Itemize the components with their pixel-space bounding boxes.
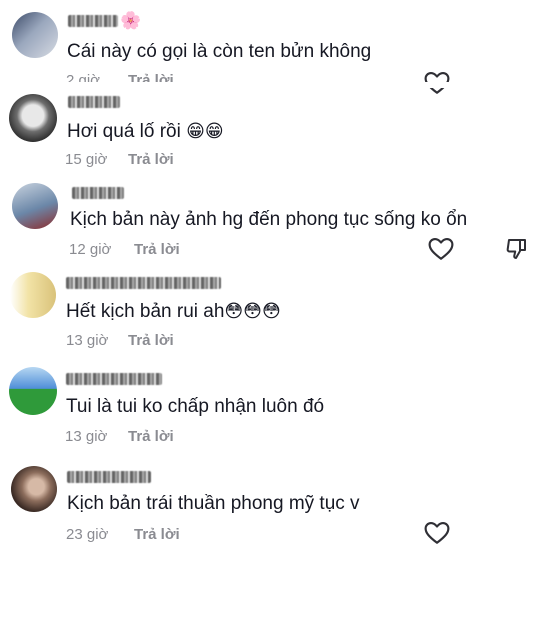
- avatar[interactable]: [12, 183, 58, 229]
- avatar[interactable]: [9, 94, 57, 142]
- comment-item: Tui là tui ko chấp nhận luôn đó 13 giờ T…: [0, 364, 549, 454]
- reply-button[interactable]: Trả lời: [128, 428, 174, 446]
- username-blurred[interactable]: [67, 471, 151, 483]
- avatar[interactable]: [11, 466, 57, 512]
- comment-time: 23 giờ: [66, 526, 109, 543]
- comment-text: Hơi quá lố rồi 😁😁: [67, 121, 224, 142]
- comment-item: 🌸 Cái này có gọi là còn ten bửn không 2 …: [0, 0, 549, 94]
- flower-emoji-icon: 🌸: [120, 11, 142, 31]
- heart-outline-icon[interactable]: [428, 237, 454, 261]
- comment-item: Kịch bản trái thuần phong mỹ tục v 23 gi…: [0, 460, 549, 560]
- avatar[interactable]: [10, 272, 56, 318]
- username-blurred[interactable]: [68, 15, 118, 27]
- thumbs-down-outline-icon[interactable]: [504, 237, 530, 261]
- comment-text: Hết kịch bản rui ah😳😳😳: [66, 301, 281, 322]
- reply-button[interactable]: Trả lời: [134, 526, 180, 544]
- reply-button[interactable]: Trả lời: [134, 241, 180, 259]
- username-blurred[interactable]: [66, 373, 162, 385]
- comment-time: 13 giờ: [66, 332, 109, 349]
- flushed-emoji-icon: 😳😳😳: [224, 301, 281, 322]
- reply-button[interactable]: Trả lời: [128, 151, 174, 169]
- username-blurred[interactable]: [68, 96, 120, 108]
- comment-text: Tui là tui ko chấp nhận luôn đó: [66, 396, 325, 417]
- comment-item: Kịch bản này ảnh hg đến phong tục sống k…: [0, 180, 549, 270]
- comment-text: Cái này có gọi là còn ten bửn không: [67, 41, 372, 62]
- avatar[interactable]: [9, 367, 57, 415]
- comment-item: Hơi quá lố rồi 😁😁 15 giờ Trả lời: [0, 88, 549, 178]
- comment-text: Kịch bản trái thuần phong mỹ tục v: [67, 493, 360, 514]
- reply-button[interactable]: Trả lời: [128, 332, 174, 350]
- comment-text: Kịch bản này ảnh hg đến phong tục sống k…: [70, 209, 468, 230]
- comment-time: 15 giờ: [65, 151, 108, 168]
- username-blurred[interactable]: [72, 187, 124, 199]
- comment-item: Hết kịch bản rui ah😳😳😳 13 giờ Trả lời: [0, 270, 549, 360]
- comment-time: 12 giờ: [69, 241, 112, 258]
- comment-time: 13 giờ: [65, 428, 108, 445]
- username-blurred[interactable]: [66, 277, 221, 289]
- avatar[interactable]: [12, 12, 58, 58]
- heart-outline-icon[interactable]: [424, 521, 450, 545]
- grin-emoji-icon: 😁😁: [186, 121, 224, 142]
